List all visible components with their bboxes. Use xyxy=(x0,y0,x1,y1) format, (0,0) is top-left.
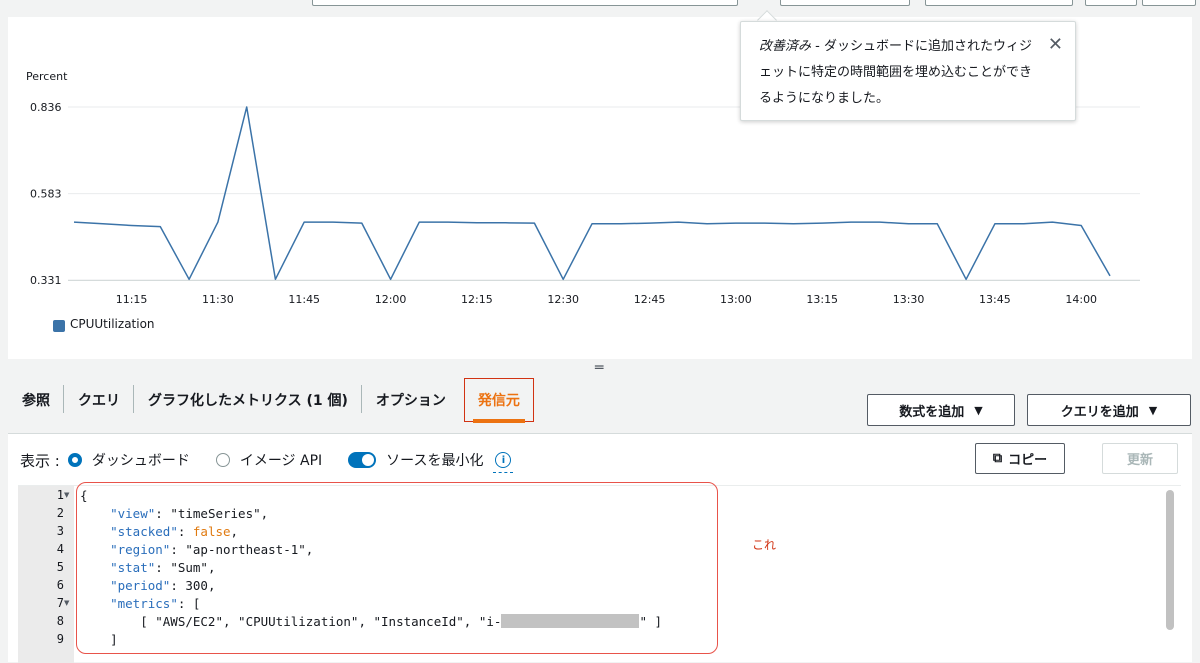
x-tick-label: 13:45 xyxy=(979,293,1011,306)
add-query-label: クエリを追加 xyxy=(1060,404,1139,420)
line-number: 1 xyxy=(56,488,64,502)
y-axis-label: Percent xyxy=(26,70,68,83)
caret-down-icon: ▼ xyxy=(1148,403,1158,417)
display-label: 表示 : xyxy=(20,451,60,470)
y-tick-label: 0.836 xyxy=(30,101,62,114)
caret-down-icon: ▼ xyxy=(974,403,983,417)
x-tick-label: 12:30 xyxy=(547,293,579,306)
fold-caret-icon[interactable]: ▼ xyxy=(64,599,69,607)
line-number: 7 xyxy=(56,596,64,610)
minimize-source-toggle[interactable]: ソースを最小化 xyxy=(348,450,483,470)
x-tick-label: 12:00 xyxy=(375,293,407,306)
fold-caret-icon[interactable]: ▼ xyxy=(64,491,69,499)
line-number: 6 xyxy=(56,578,64,592)
x-tick-label: 11:30 xyxy=(202,293,234,306)
radio-image-api[interactable]: イメージ API xyxy=(215,450,323,470)
refresh-button[interactable]: 更新 xyxy=(1102,443,1178,474)
y-tick-label: 0.331 xyxy=(30,274,62,287)
line-number: 8 xyxy=(56,614,64,628)
line-number: 3 xyxy=(56,524,64,538)
legend-swatch-cpuutilization xyxy=(53,320,65,332)
copy-icon: ⧉ xyxy=(992,451,1003,466)
line-number: 4 xyxy=(56,542,64,556)
x-tick-label: 13:00 xyxy=(720,293,752,306)
radio-dashboard[interactable]: ダッシュボード xyxy=(67,450,190,470)
toolbar-button[interactable] xyxy=(1142,0,1196,6)
feature-announcement-popover: 改善済み - ダッシュボードに追加されたウィジェットに特定の時間範囲を埋め込むこ… xyxy=(740,21,1076,121)
top-toolbar-strip xyxy=(0,0,1200,9)
editor-tabs: 参照 クエリ グラフ化したメトリクス (1 個) オプション 発信元 xyxy=(8,378,534,423)
radio-selected-icon[interactable] xyxy=(67,453,82,467)
line-number: 2 xyxy=(56,506,64,520)
x-tick-label: 12:45 xyxy=(634,293,666,306)
tab-query[interactable]: クエリ xyxy=(64,378,134,422)
line-number: 9 xyxy=(56,632,64,646)
editor-gutter: 1 ▼ 2 3 4 5 6 7 ▼ 8 9 xyxy=(18,486,74,663)
x-tick-label: 14:00 xyxy=(1065,293,1097,306)
toolbar-button[interactable] xyxy=(780,0,910,6)
add-math-label: 数式を追加 xyxy=(899,404,965,420)
minimize-source-label: ソースを最小化 xyxy=(386,453,484,469)
line-number: 5 xyxy=(56,560,64,574)
editor-scrollbar[interactable] xyxy=(1166,490,1174,630)
radio-image-api-label: イメージ API xyxy=(239,453,323,469)
radio-dashboard-label: ダッシュボード xyxy=(91,453,190,469)
annotation-text: これ xyxy=(752,538,777,552)
copy-label: コピー xyxy=(1008,453,1048,468)
time-range-input[interactable] xyxy=(312,0,738,6)
annotation-highlight-box xyxy=(76,482,718,654)
tab-source[interactable]: 発信元 xyxy=(463,378,534,423)
display-options-row: 表示 : ダッシュボード イメージ API ソースを最小化 i xyxy=(20,447,514,473)
toolbar-button[interactable] xyxy=(925,0,1073,6)
toggle-switch[interactable] xyxy=(348,452,377,468)
y-tick-label: 0.583 xyxy=(30,188,62,201)
popover-emphasis: 改善済み xyxy=(759,39,812,54)
x-tick-label: 12:15 xyxy=(461,293,493,306)
radio-unselected-icon[interactable] xyxy=(215,453,230,467)
copy-button[interactable]: ⧉ コピー xyxy=(975,443,1065,474)
add-math-button[interactable]: 数式を追加 ▼ xyxy=(867,394,1015,426)
series-line-cpuutilization xyxy=(73,106,1111,281)
x-tick-label: 13:15 xyxy=(806,293,838,306)
add-query-button[interactable]: クエリを追加 ▼ xyxy=(1027,394,1191,426)
x-tick-label: 13:30 xyxy=(893,293,925,306)
tab-browse[interactable]: 参照 xyxy=(8,378,64,422)
x-tick-label: 11:15 xyxy=(116,293,148,306)
legend-label-cpuutilization: CPUUtilization xyxy=(70,317,155,331)
info-icon[interactable]: i xyxy=(493,452,514,473)
x-tick-label: 11:45 xyxy=(288,293,320,306)
resize-handle-icon[interactable]: ═ xyxy=(595,361,611,375)
toolbar-button[interactable] xyxy=(1085,0,1137,6)
close-icon[interactable]: ✕ xyxy=(1048,36,1063,54)
tab-graphed-metrics[interactable]: グラフ化したメトリクス (1 個) xyxy=(134,378,362,422)
tab-options[interactable]: オプション xyxy=(362,378,460,422)
